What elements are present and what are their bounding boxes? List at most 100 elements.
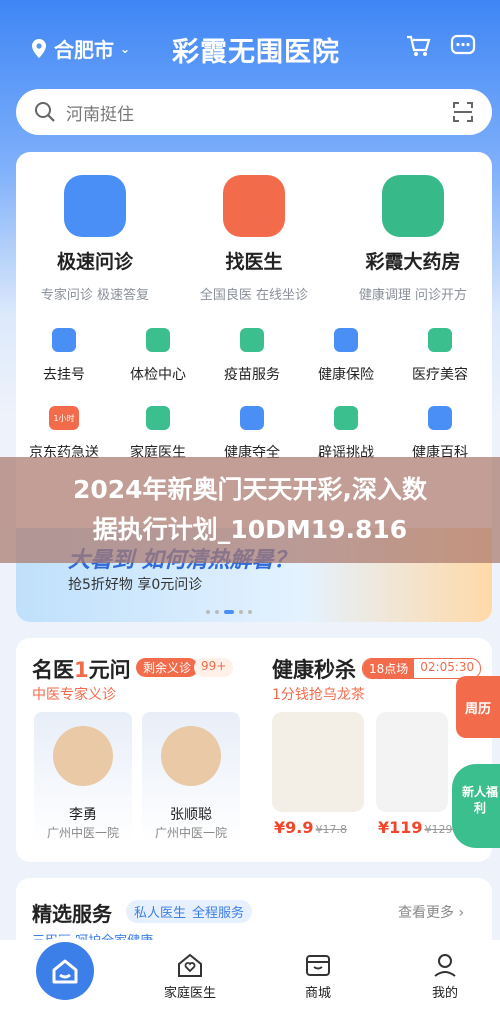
home-tab[interactable]: [36, 942, 94, 1000]
service-pharmacy[interactable]: 彩霞大药房 健康调理 问诊开方: [348, 175, 478, 303]
flash-sale-subtitle: 1分钱抢乌龙茶: [272, 687, 365, 703]
badge-count: 99+: [194, 658, 234, 677]
user-icon: [434, 954, 456, 977]
doctor-name: 李勇: [69, 807, 97, 823]
selected-tags: 私人医生 全程服务: [126, 900, 253, 923]
grid-item-rumor-challenge[interactable]: 辟谣挑战: [300, 406, 392, 462]
pharmacy-icon: [382, 175, 444, 237]
badge-1-hour: 1小时: [53, 414, 75, 423]
message-icon[interactable]: [450, 34, 476, 58]
original-price: ¥129: [424, 823, 453, 836]
doctor-name: 张顺聪: [170, 807, 212, 823]
title-text: 元问: [88, 658, 131, 682]
doctor-card[interactable]: 张顺聪 广州中医一院: [142, 712, 240, 842]
search-input[interactable]: 河南挺住: [66, 100, 134, 125]
new-user-benefit-tag[interactable]: 新人福利: [452, 764, 500, 848]
service-title: 极速问诊: [56, 251, 133, 273]
location-pin-icon: [32, 38, 46, 58]
price: ¥119: [378, 818, 423, 837]
grid-label: 去挂号: [43, 367, 85, 383]
service-subtitle: 健康调理 问诊开方: [358, 288, 468, 303]
avatar: [53, 726, 113, 786]
cart-icon[interactable]: [405, 34, 431, 58]
scan-icon[interactable]: [452, 101, 474, 123]
grid-label: 医疗美容: [412, 367, 468, 383]
service-title: 找医生: [225, 251, 283, 273]
price: ¥9.9: [274, 818, 314, 837]
location-label: 合肥市: [54, 38, 114, 62]
slot-label: 18点场: [363, 659, 415, 678]
badge-icon: [334, 406, 358, 430]
tea-product-image[interactable]: [272, 712, 364, 812]
service-subtitle: 全国良医 在线坐诊: [199, 288, 309, 303]
tag-full-service: 全程服务: [192, 906, 245, 921]
tab-label: 家庭医生: [163, 986, 216, 1001]
service-title: 彩霞大药房: [365, 251, 461, 273]
top-bar: 合肥市 ⌄ 彩霞无围医院: [0, 22, 500, 72]
grid-label: 体检中心: [130, 367, 186, 383]
tab-label: 商城: [304, 986, 331, 1001]
famous-doctor-subtitle: 中医专家义诊: [32, 687, 116, 703]
chevron-down-icon: ⌄: [120, 41, 131, 56]
grid-item-beauty[interactable]: 医疗美容: [394, 328, 486, 384]
see-more-label: 查看更多: [398, 905, 454, 921]
grid-label: 健康保险: [318, 367, 374, 383]
carousel-dots: [206, 610, 252, 614]
service-subtitle: 专家问诊 极速答复: [40, 288, 150, 303]
grid-item-family-doctor[interactable]: 家庭医生: [112, 406, 204, 462]
supplement-product-image[interactable]: [376, 712, 448, 812]
medical-kit-icon: [146, 328, 170, 352]
original-price: ¥17.8: [315, 823, 347, 836]
app-title: 彩霞无围医院: [172, 37, 340, 68]
syringe-icon: [240, 328, 264, 352]
tag-private-doctor: 私人医生: [134, 906, 187, 921]
grid-item-insurance[interactable]: 健康保险: [300, 328, 392, 384]
tab-mall[interactable]: 商城: [278, 952, 358, 1001]
face-mask-icon: [428, 328, 452, 352]
selected-services-title: 精选服务: [32, 902, 112, 926]
grid-item-checkup[interactable]: 体检中心: [112, 328, 204, 384]
doctor-hospital: 广州中医一院: [154, 826, 227, 840]
tab-family-doctor[interactable]: 家庭医生: [150, 952, 230, 1001]
doctor-hospital: 广州中医一院: [46, 826, 119, 840]
grid-label: 疫苗服务: [224, 367, 280, 383]
avatar: [161, 726, 221, 786]
document-icon: [240, 406, 264, 430]
service-find-doctor[interactable]: 找医生 全国良医 在线坐诊: [189, 175, 319, 303]
grid-item-encyclopedia[interactable]: 健康百科: [394, 406, 486, 462]
overlay-caption: 2024年新奥门天天开彩,深入数 据执行计划_10DM19.816: [0, 457, 500, 563]
grid-item-register[interactable]: 去挂号: [18, 328, 110, 384]
badge-label: 剩余义诊: [136, 658, 199, 677]
shield-icon: [334, 328, 358, 352]
search-bar[interactable]: 河南挺住: [16, 89, 492, 135]
doctor-icon: [223, 175, 285, 237]
grid-item-vaccine[interactable]: 疫苗服务: [206, 328, 298, 384]
house-icon: [146, 406, 170, 430]
weekly-calendar-tag[interactable]: 周历: [456, 676, 500, 738]
delivery-truck-icon: 1小时: [49, 406, 79, 430]
location-selector[interactable]: 合肥市 ⌄: [30, 34, 130, 63]
flash-sale-title[interactable]: 健康秒杀: [272, 654, 356, 684]
product-price: ¥119 ¥129: [378, 818, 453, 837]
see-more-link[interactable]: 查看更多 ›: [398, 902, 464, 922]
title-number: 1: [74, 658, 89, 682]
grid-item-drug-delivery[interactable]: 1小时 京东药急送: [18, 406, 110, 462]
chevron-right-icon: ›: [458, 905, 465, 921]
home-icon: [52, 959, 78, 984]
product-price: ¥9.9 ¥17.8: [274, 818, 347, 837]
shop-icon: [306, 955, 330, 976]
tab-profile[interactable]: 我的: [405, 952, 485, 1001]
famous-doctor-title[interactable]: 名医1元问: [32, 654, 131, 684]
banner-subline: 抢5折好物 享0元问诊: [68, 577, 203, 593]
title-text: 名医: [32, 658, 74, 682]
house-heart-icon: [178, 953, 202, 977]
overlay-line-1: 2024年新奥门天天开彩,深入数: [72, 475, 428, 504]
register-icon: [52, 328, 76, 352]
remaining-badge: 剩余义诊 99+: [136, 658, 234, 677]
grid-item-health-challenge[interactable]: 健康夺全: [206, 406, 298, 462]
tab-label: 我的: [431, 986, 458, 1001]
book-icon: [428, 406, 452, 430]
overlay-line-2: 据执行计划_10DM19.816: [92, 515, 408, 544]
service-quick-consult[interactable]: 极速问诊 专家问诊 极速答复: [30, 175, 160, 303]
doctor-card[interactable]: 李勇 广州中医一院: [34, 712, 132, 842]
